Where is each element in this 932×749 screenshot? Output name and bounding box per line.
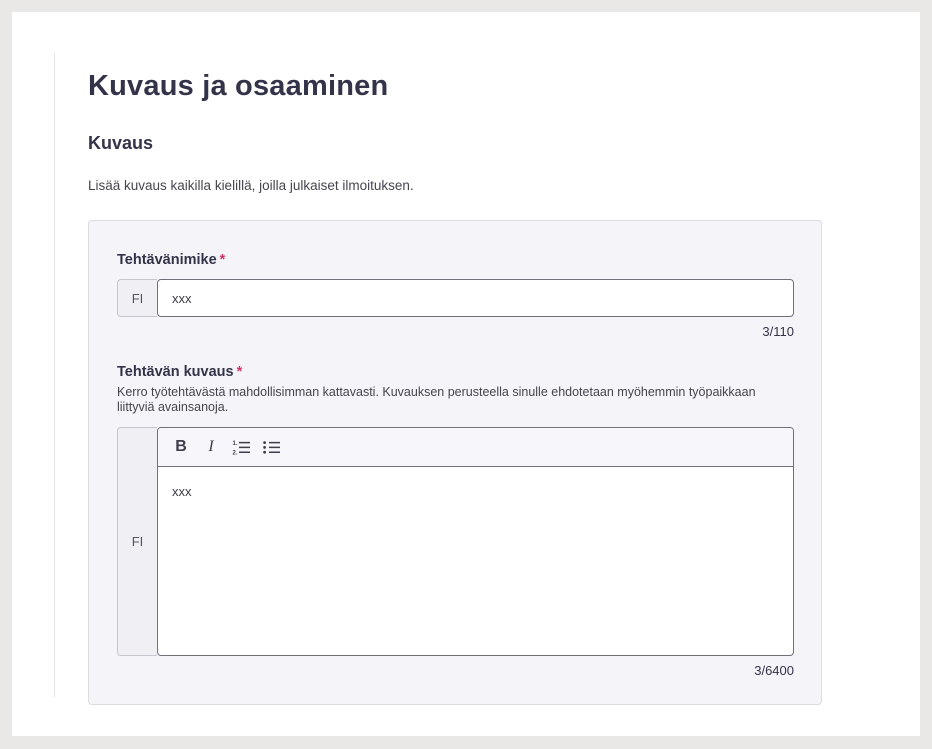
bold-button[interactable]: B [166, 432, 196, 462]
page-title: Kuvaus ja osaaminen [88, 69, 822, 104]
job-description-editor-row: FI B I [117, 427, 794, 656]
main-content: Kuvaus ja osaaminen Kuvaus Lisää kuvaus … [88, 12, 822, 705]
job-description-label: Tehtävän kuvaus* [117, 363, 794, 381]
svg-text:2.: 2. [232, 450, 237, 454]
italic-button[interactable]: I [196, 432, 226, 462]
job-title-input[interactable] [157, 279, 794, 317]
ordered-list-icon: 1. 2. [232, 440, 251, 455]
language-badge-fi: FI [117, 427, 157, 656]
job-title-field: Tehtävänimike* FI 3/110 [117, 251, 794, 339]
section-title: Kuvaus [88, 132, 822, 154]
bullet-list-icon [262, 440, 281, 455]
required-asterisk: * [220, 252, 226, 268]
rich-text-editor: B I [157, 427, 794, 656]
page-card: Kuvaus ja osaaminen Kuvaus Lisää kuvaus … [12, 12, 920, 736]
editor-toolbar: B I [158, 428, 793, 467]
description-panel: Tehtävänimike* FI 3/110 Tehtävän kuvaus*… [88, 220, 822, 705]
job-description-char-counter: 3/6400 [117, 663, 794, 678]
job-title-input-row: FI [117, 279, 794, 317]
section-description: Lisää kuvaus kaikilla kielillä, joilla j… [88, 178, 822, 194]
job-description-field: Tehtävän kuvaus* Kerro työtehtävästä mah… [117, 363, 794, 678]
job-title-label-text: Tehtävänimike [117, 252, 217, 268]
language-badge-fi: FI [117, 279, 157, 317]
job-title-label: Tehtävänimike* [117, 251, 794, 269]
left-divider [54, 52, 55, 697]
svg-text:1.: 1. [232, 441, 237, 447]
job-description-helper: Kerro työtehtävästä mahdollisimman katta… [117, 385, 794, 415]
bullet-list-button[interactable] [256, 432, 286, 462]
job-description-textarea[interactable]: xxx [158, 467, 793, 655]
job-description-label-text: Tehtävän kuvaus [117, 364, 234, 380]
required-asterisk: * [237, 364, 243, 380]
job-title-char-counter: 3/110 [117, 324, 794, 339]
ordered-list-button[interactable]: 1. 2. [226, 432, 256, 462]
